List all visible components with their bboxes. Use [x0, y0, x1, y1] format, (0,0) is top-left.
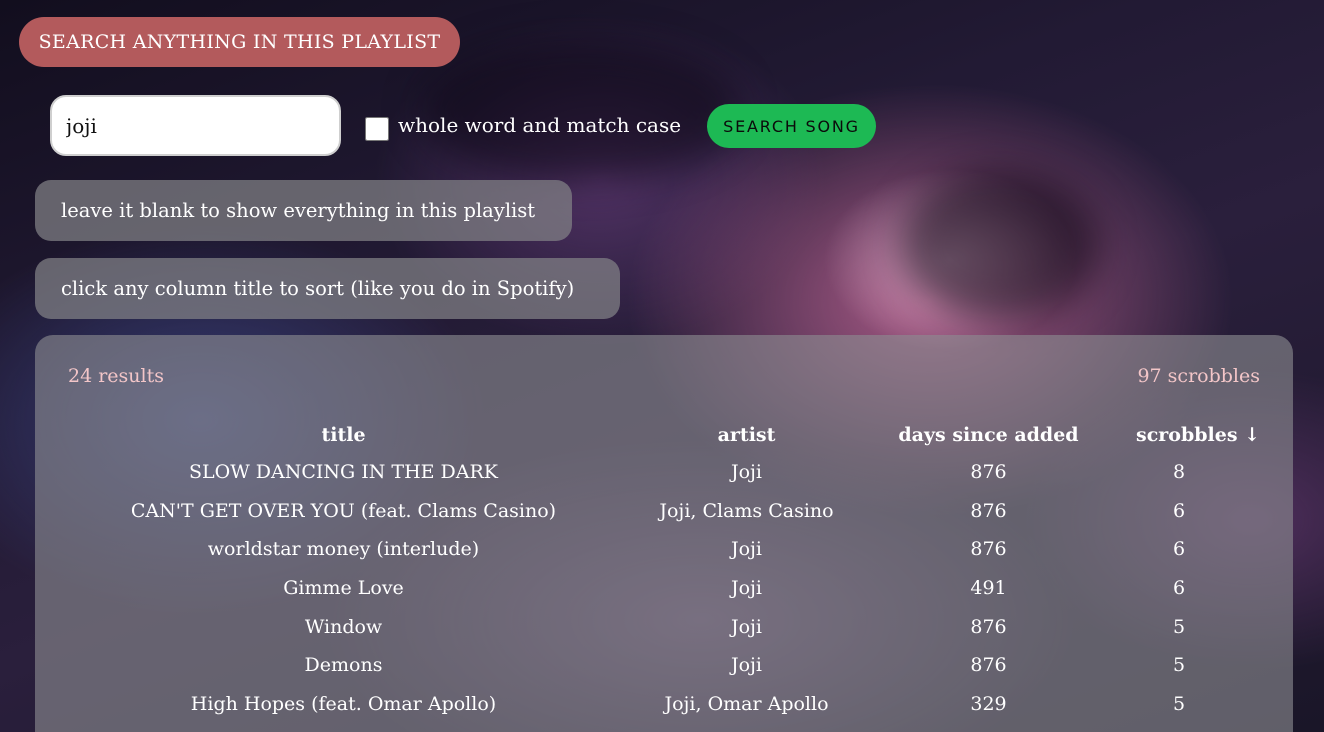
table-header-row: title artist days since added scrobbles … [35, 417, 1293, 453]
days-since-added-cell: 876 [970, 654, 1007, 677]
table-row: SLOW DANCING IN THE DARK Joji 876 8 [35, 453, 1293, 492]
column-header-title[interactable]: title [35, 417, 652, 453]
page-title: SEARCH ANYTHING IN THIS PLAYLIST [19, 17, 460, 67]
sort-hint: click any column title to sort (like you… [35, 258, 620, 319]
days-since-added-cell: 876 [970, 615, 1007, 638]
song-artist-cell: Joji [730, 461, 763, 484]
scrobbles-cell: 6 [1172, 538, 1186, 561]
column-header-scrobbles[interactable]: scrobbles ↓ [1136, 417, 1260, 453]
song-title-cell: worldstar money (interlude) [207, 538, 480, 561]
whole-word-label: whole word and match case [398, 113, 682, 137]
blank-search-hint: leave it blank to show everything in thi… [35, 180, 572, 241]
table-row: Demons Joji 876 5 [35, 646, 1293, 685]
song-table: title artist days since added scrobbles … [35, 417, 1293, 723]
days-since-added-cell: 329 [970, 692, 1007, 715]
column-header-days-since-added[interactable]: days since added [841, 417, 1136, 453]
song-artist-cell: Joji, Omar Apollo [664, 692, 829, 715]
scrobbles-cell: 8 [1172, 461, 1186, 484]
scrobbles-total: 97 scrobbles [1137, 365, 1260, 387]
results-panel: 24 results 97 scrobbles title artist day… [35, 335, 1293, 732]
song-title-cell: High Hopes (feat. Omar Apollo) [190, 692, 497, 715]
song-artist-cell: Joji [730, 538, 763, 561]
song-artist-cell: Joji [730, 615, 763, 638]
song-title-cell: Window [304, 615, 383, 638]
scrobbles-cell: 5 [1172, 615, 1186, 638]
days-since-added-cell: 876 [970, 538, 1007, 561]
table-row: worldstar money (interlude) Joji 876 6 [35, 530, 1293, 569]
search-song-button[interactable]: SEARCH SONG [707, 104, 876, 148]
background-dark-cloud [900, 170, 1100, 320]
song-title-cell: SLOW DANCING IN THE DARK [188, 461, 499, 484]
table-row: Gimme Love Joji 491 6 [35, 569, 1293, 608]
column-header-artist[interactable]: artist [652, 417, 841, 453]
scrobbles-cell: 5 [1172, 654, 1186, 677]
scrobbles-cell: 5 [1172, 692, 1186, 715]
scrobbles-cell: 6 [1172, 499, 1186, 522]
days-since-added-cell: 876 [970, 499, 1007, 522]
days-since-added-cell: 491 [970, 577, 1007, 600]
song-artist-cell: Joji [730, 577, 763, 600]
table-row: High Hopes (feat. Omar Apollo) Joji, Oma… [35, 685, 1293, 724]
song-title-cell: Gimme Love [283, 577, 404, 600]
song-title-cell: Demons [304, 654, 383, 677]
days-since-added-cell: 876 [970, 461, 1007, 484]
table-row: Window Joji 876 5 [35, 607, 1293, 646]
song-artist-cell: Joji, Clams Casino [659, 499, 834, 522]
table-row: CAN'T GET OVER YOU (feat. Clams Casino) … [35, 492, 1293, 531]
results-count: 24 results [68, 365, 164, 387]
song-title-cell: CAN'T GET OVER YOU (feat. Clams Casino) [130, 499, 557, 522]
scrobbles-cell: 6 [1172, 577, 1186, 600]
song-artist-cell: Joji [730, 654, 763, 677]
whole-word-checkbox[interactable] [365, 117, 389, 141]
search-input[interactable] [50, 95, 341, 156]
